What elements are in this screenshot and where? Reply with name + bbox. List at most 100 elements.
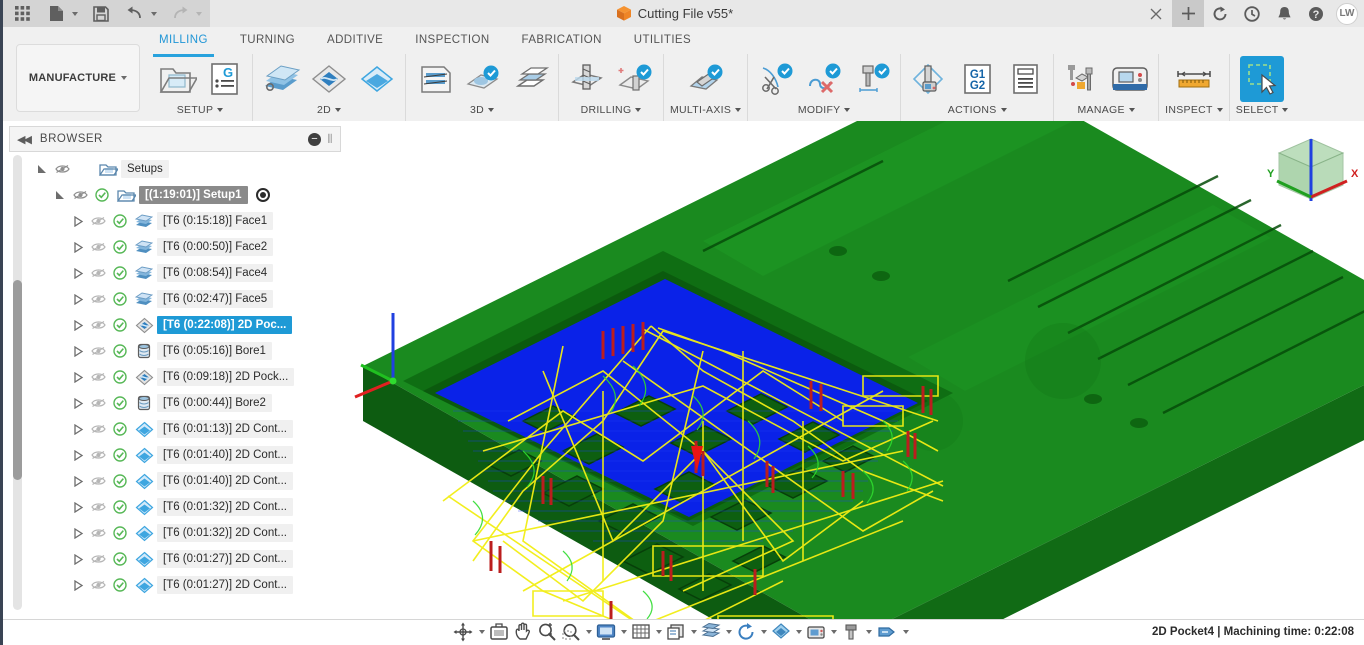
scallop-3d-icon[interactable] <box>508 56 552 102</box>
orbit-dropdown-caret[interactable] <box>476 619 487 645</box>
visibility-eye-icon[interactable] <box>87 371 109 383</box>
tab-fabrication[interactable]: FABRICATION <box>506 30 618 54</box>
visibility-eye-icon[interactable] <box>87 423 109 435</box>
pocket-operation-icon[interactable] <box>307 56 351 102</box>
expand-arrow-icon[interactable] <box>69 397 87 409</box>
expand-arrow-icon[interactable] <box>51 190 69 201</box>
tab-additive[interactable]: ADDITIVE <box>311 30 399 54</box>
stock-visibility-icon[interactable] <box>699 619 723 645</box>
panel-inspect-label[interactable]: INSPECT <box>1165 102 1223 118</box>
gcode-actions-icon[interactable]: G1 G2 <box>955 56 999 102</box>
plus-icon[interactable] <box>1172 0 1204 27</box>
help-icon[interactable]: ? <box>1300 0 1332 27</box>
tool-library-icon[interactable] <box>1060 56 1104 102</box>
app-grid-icon[interactable] <box>9 2 35 25</box>
expand-arrow-icon[interactable] <box>69 215 87 227</box>
workspace-switcher[interactable]: MANUFACTURE <box>16 44 140 112</box>
toolpath-visibility-icon[interactable] <box>769 619 793 645</box>
tree-row[interactable]: [(1:19:01)] Setup1 <box>9 182 341 208</box>
close-icon[interactable] <box>1140 0 1172 27</box>
machine-library-icon[interactable] <box>1108 56 1152 102</box>
tree-row[interactable]: [T6 (0:05:16)] Bore1 <box>9 338 341 364</box>
tree-row[interactable]: [T6 (0:01:32)] 2D Cont... <box>9 494 341 520</box>
undo-dropdown-caret[interactable] <box>148 2 159 25</box>
panel-2d-label[interactable]: 2D <box>317 102 342 118</box>
tab-milling[interactable]: MILLING <box>143 30 224 57</box>
tool-dropdown-caret[interactable] <box>863 619 874 645</box>
expand-arrow-icon[interactable] <box>69 267 87 279</box>
notifications-bell-icon[interactable] <box>1268 0 1300 27</box>
swarf-icon[interactable] <box>684 56 728 102</box>
visibility-eye-icon[interactable] <box>87 553 109 565</box>
tree-row[interactable]: [T6 (0:00:50)] Face2 <box>9 234 341 260</box>
visibility-eye-icon[interactable] <box>87 319 109 331</box>
delete-toolpath-icon[interactable] <box>802 56 846 102</box>
simulate-dropdown-caret[interactable] <box>758 619 769 645</box>
stock-dropdown-caret[interactable] <box>723 619 734 645</box>
tree-row[interactable]: [T6 (0:01:27)] 2D Cont... <box>9 546 341 572</box>
visibility-eye-icon[interactable] <box>69 189 91 201</box>
expand-arrow-icon[interactable] <box>69 319 87 331</box>
expand-arrow-icon[interactable] <box>69 345 87 357</box>
view-cube[interactable]: X Y <box>1263 125 1363 217</box>
visibility-eye-icon[interactable] <box>87 215 109 227</box>
tree-row[interactable]: Setups <box>9 156 341 182</box>
expand-arrow-icon[interactable] <box>69 527 87 539</box>
tree-row[interactable]: [T6 (0:15:18)] Face1 <box>9 208 341 234</box>
grid-dropdown-caret[interactable] <box>653 619 664 645</box>
panel-multi-axis-label[interactable]: MULTI-AXIS <box>670 102 742 118</box>
tree-row[interactable]: [T6 (0:01:13)] 2D Cont... <box>9 416 341 442</box>
tree-row[interactable]: [T6 (0:01:40)] 2D Cont... <box>9 442 341 468</box>
visibility-eye-icon[interactable] <box>87 449 109 461</box>
zoom-window-dropdown-caret[interactable] <box>583 619 594 645</box>
history-icon[interactable] <box>1236 0 1268 27</box>
tool-view-icon[interactable] <box>839 619 863 645</box>
visibility-eye-icon[interactable] <box>87 267 109 279</box>
tree-row[interactable]: [T6 (0:22:08)] 2D Poc... <box>9 312 341 338</box>
parallel-3d-icon[interactable] <box>460 56 504 102</box>
visibility-eye-icon[interactable] <box>87 293 109 305</box>
visibility-eye-icon[interactable] <box>51 163 73 175</box>
face-operation-icon[interactable] <box>259 56 303 102</box>
toolpath-dropdown-caret[interactable] <box>793 619 804 645</box>
expand-arrow-icon[interactable] <box>69 553 87 565</box>
viewports-icon[interactable] <box>664 619 688 645</box>
visibility-eye-icon[interactable] <box>87 345 109 357</box>
bore-icon-ribbon[interactable] <box>613 56 657 102</box>
viewports-dropdown-caret[interactable] <box>688 619 699 645</box>
tree-row[interactable]: [T6 (0:00:44)] Bore2 <box>9 390 341 416</box>
tab-turning[interactable]: TURNING <box>224 30 311 54</box>
setup-sheet-icon[interactable] <box>1003 56 1047 102</box>
visibility-eye-icon[interactable] <box>87 241 109 253</box>
tree-row[interactable]: [T6 (0:02:47)] Face5 <box>9 286 341 312</box>
measure-ruler-icon[interactable] <box>1172 56 1216 102</box>
avatar[interactable]: LW <box>1336 2 1358 25</box>
post-process-icon[interactable]: G <box>202 56 246 102</box>
refresh-icon[interactable] <box>1204 0 1236 27</box>
expand-arrow-icon[interactable] <box>69 449 87 461</box>
drill-icon[interactable] <box>565 56 609 102</box>
minus-circle-icon[interactable]: − <box>308 132 322 146</box>
tree-row[interactable]: [T6 (0:01:27)] 2D Cont... <box>9 572 341 598</box>
visibility-eye-icon[interactable] <box>87 527 109 539</box>
expand-arrow-icon[interactable] <box>69 579 87 591</box>
select-tool-icon[interactable] <box>1240 56 1285 102</box>
file-icon[interactable] <box>43 2 69 25</box>
trim-toolpath-icon[interactable] <box>754 56 798 102</box>
active-setup-radio[interactable] <box>255 188 270 202</box>
probe-view-icon[interactable] <box>874 619 900 645</box>
contour-operation-icon[interactable] <box>355 56 399 102</box>
panel-actions-label[interactable]: ACTIONS <box>948 102 1007 118</box>
probe-dropdown-caret[interactable] <box>900 619 911 645</box>
machine-dropdown-caret[interactable] <box>828 619 839 645</box>
panel-setup-label[interactable]: SETUP <box>177 102 224 118</box>
machine-view-icon[interactable] <box>804 619 828 645</box>
tree-row[interactable]: [T6 (0:01:32)] 2D Cont... <box>9 520 341 546</box>
zoom-icon[interactable] <box>535 619 559 645</box>
zoom-window-icon[interactable] <box>559 619 583 645</box>
display-dropdown-caret[interactable] <box>618 619 629 645</box>
redo-dropdown-caret[interactable] <box>193 2 204 25</box>
expand-arrow-icon[interactable] <box>69 423 87 435</box>
look-at-icon[interactable] <box>487 619 511 645</box>
adaptive-clearing-icon[interactable] <box>412 56 456 102</box>
